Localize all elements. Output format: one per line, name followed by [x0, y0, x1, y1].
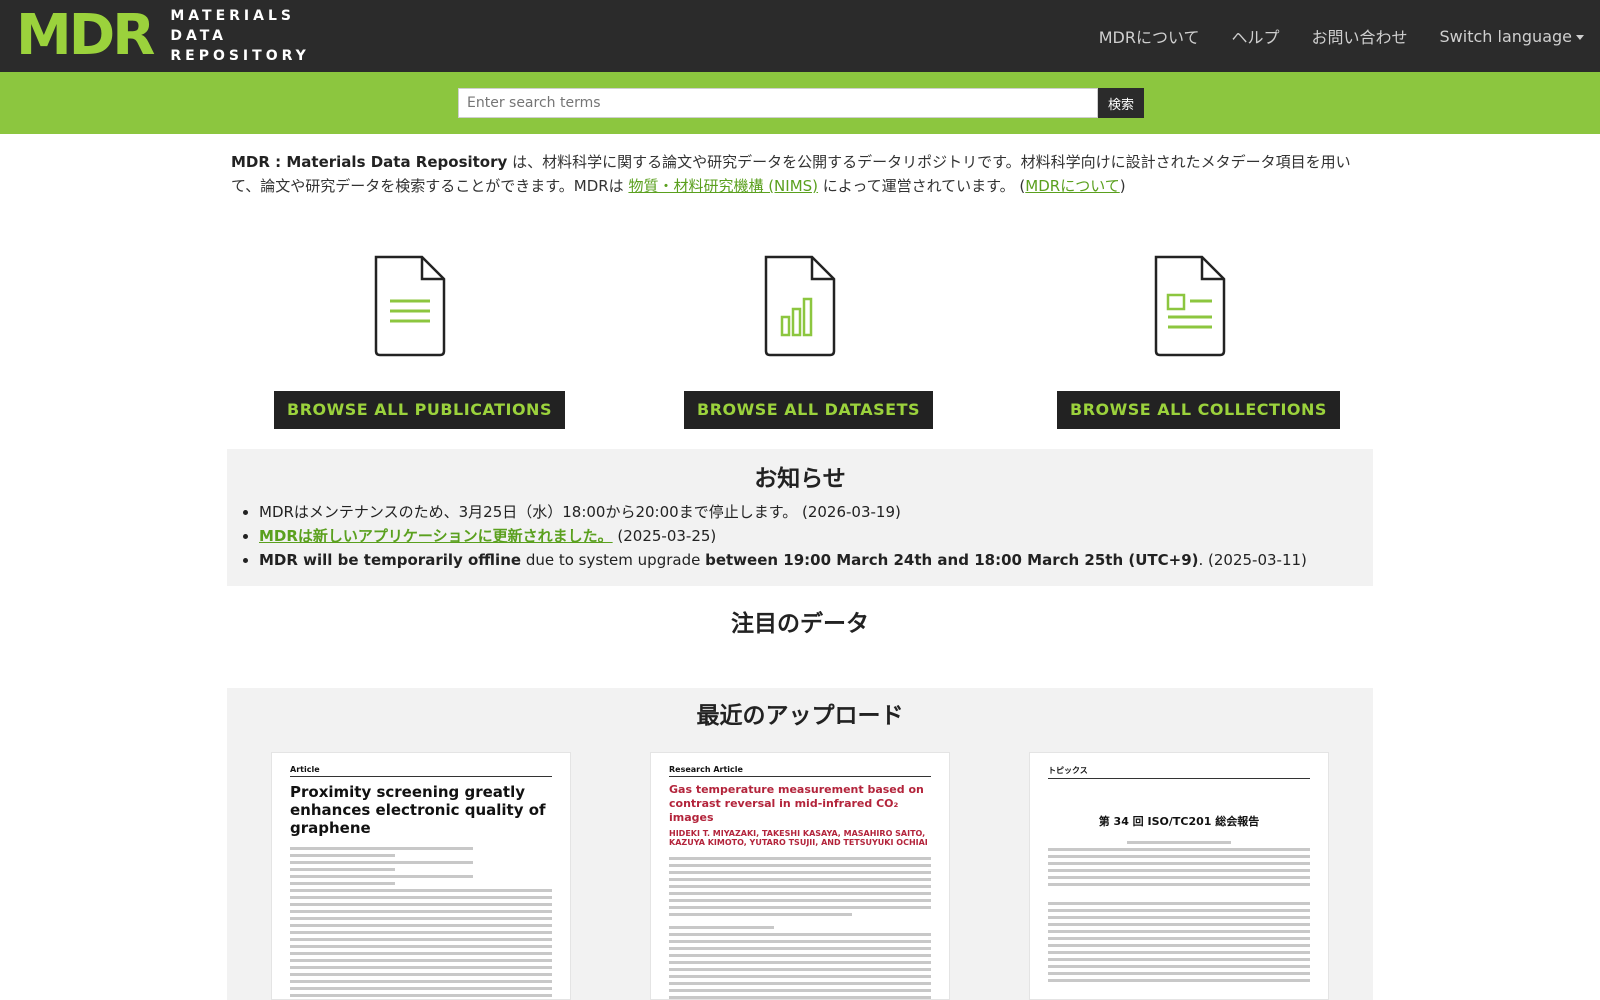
search-band: 検索: [0, 72, 1600, 134]
recent-upload-thumbnail[interactable]: トピックス 第 34 回 ISO/TC201 総会報告: [1029, 752, 1329, 1000]
thumbnail-body: [1048, 841, 1310, 982]
nav-switch-language[interactable]: Switch language: [1440, 27, 1584, 46]
browse-publications-card: [270, 255, 550, 357]
thumbnail-title: Proximity screening greatly enhances ele…: [290, 783, 546, 837]
notice-item: MDR will be temporarily offline due to s…: [259, 548, 1307, 572]
notice-text: due to system upgrade: [521, 551, 706, 569]
thumbnail-authors: HIDEKI T. MIYAZAKI, TAKESHI KASAYA, MASA…: [669, 829, 928, 847]
logo-wordmark: MATERIALS DATA REPOSITORY: [170, 6, 309, 66]
top-navbar: MDR MATERIALS DATA REPOSITORY MDRについて ヘル…: [0, 0, 1600, 72]
nims-link[interactable]: 物質・材料研究機構 (NIMS): [628, 177, 818, 195]
browse-collections-card: [1050, 255, 1330, 357]
logo-line: MATERIALS: [170, 8, 295, 24]
chevron-down-icon: [1576, 34, 1584, 40]
notice-title: お知らせ: [754, 466, 846, 492]
recent-upload-thumbnail[interactable]: Research Article Gas temperature measure…: [650, 752, 950, 1000]
thumbnail-body: [290, 847, 552, 999]
intro-brand: MDR : Materials Data Repository: [231, 153, 508, 171]
thumbnail-title: 第 34 回 ISO/TC201 総会報告: [1098, 815, 1260, 828]
notice-panel: お知らせ MDRはメンテナンスのため、3月25日（水）18:00から20:00ま…: [227, 449, 1373, 586]
browse-datasets-card: [660, 255, 940, 357]
main-nav: MDRについて ヘルプ お問い合わせ Switch language: [1067, 0, 1584, 72]
notice-date: . (2025-03-11): [1198, 551, 1307, 569]
intro-text: ): [1119, 177, 1126, 195]
notice-item: MDRは新しいアプリケーションに更新されました。 (2025-03-25): [259, 524, 1307, 548]
search-button[interactable]: 検索: [1098, 88, 1144, 118]
intro-paragraph: MDR : Materials Data Repository は、材料科学に関…: [231, 150, 1371, 198]
featured-title: 注目のデータ: [731, 611, 869, 637]
about-link[interactable]: MDRについて: [1025, 177, 1119, 195]
switch-language-label: Switch language: [1439, 26, 1572, 46]
logo-line: DATA: [170, 28, 228, 44]
search-input[interactable]: [458, 88, 1098, 118]
notice-item: MDRはメンテナンスのため、3月25日（水）18:00から20:00まで停止しま…: [259, 500, 1307, 524]
document-lines-icon: [374, 255, 446, 357]
nav-about[interactable]: MDRについて: [1099, 24, 1200, 48]
nav-help[interactable]: ヘルプ: [1231, 24, 1279, 48]
notice-text: MDRはメンテナンスのため、3月25日（水）18:00から20:00まで停止しま…: [259, 503, 901, 521]
thumbnail-title: Gas temperature measurement based on con…: [669, 783, 924, 824]
thumbnail-body: [669, 857, 931, 999]
notice-bold: between 19:00 March 24th and 18:00 March…: [705, 551, 1199, 569]
thumbnail-kind: Article: [290, 765, 552, 777]
recent-upload-thumbnail[interactable]: Article Proximity screening greatly enha…: [271, 752, 571, 1000]
notice-list: MDRはメンテナンスのため、3月25日（水）18:00から20:00まで停止しま…: [259, 500, 1307, 572]
thumbnail-kind: Research Article: [669, 765, 931, 777]
notice-date: (2025-03-25): [612, 527, 717, 545]
mdr-logo[interactable]: MDR MATERIALS DATA REPOSITORY: [16, 3, 310, 68]
document-layout-icon: [1154, 255, 1226, 357]
thumbnail-kind: トピックス: [1048, 765, 1310, 779]
notice-bold: MDR will be temporarily offline: [259, 551, 522, 569]
notice-update-link[interactable]: MDRは新しいアプリケーションに更新されました。: [259, 527, 613, 545]
document-chart-icon: [764, 255, 836, 357]
browse-datasets-button[interactable]: BROWSE ALL DATASETS: [684, 391, 933, 429]
recent-uploads-title: 最近のアップロード: [696, 703, 904, 729]
logo-line: REPOSITORY: [170, 48, 310, 64]
nav-contact[interactable]: お問い合わせ: [1312, 24, 1408, 48]
intro-text: によって運営されています。 (: [818, 177, 1026, 195]
browse-collections-button[interactable]: BROWSE ALL COLLECTIONS: [1057, 391, 1340, 429]
logo-mark: MDR: [16, 3, 155, 68]
browse-publications-button[interactable]: BROWSE ALL PUBLICATIONS: [274, 391, 565, 429]
